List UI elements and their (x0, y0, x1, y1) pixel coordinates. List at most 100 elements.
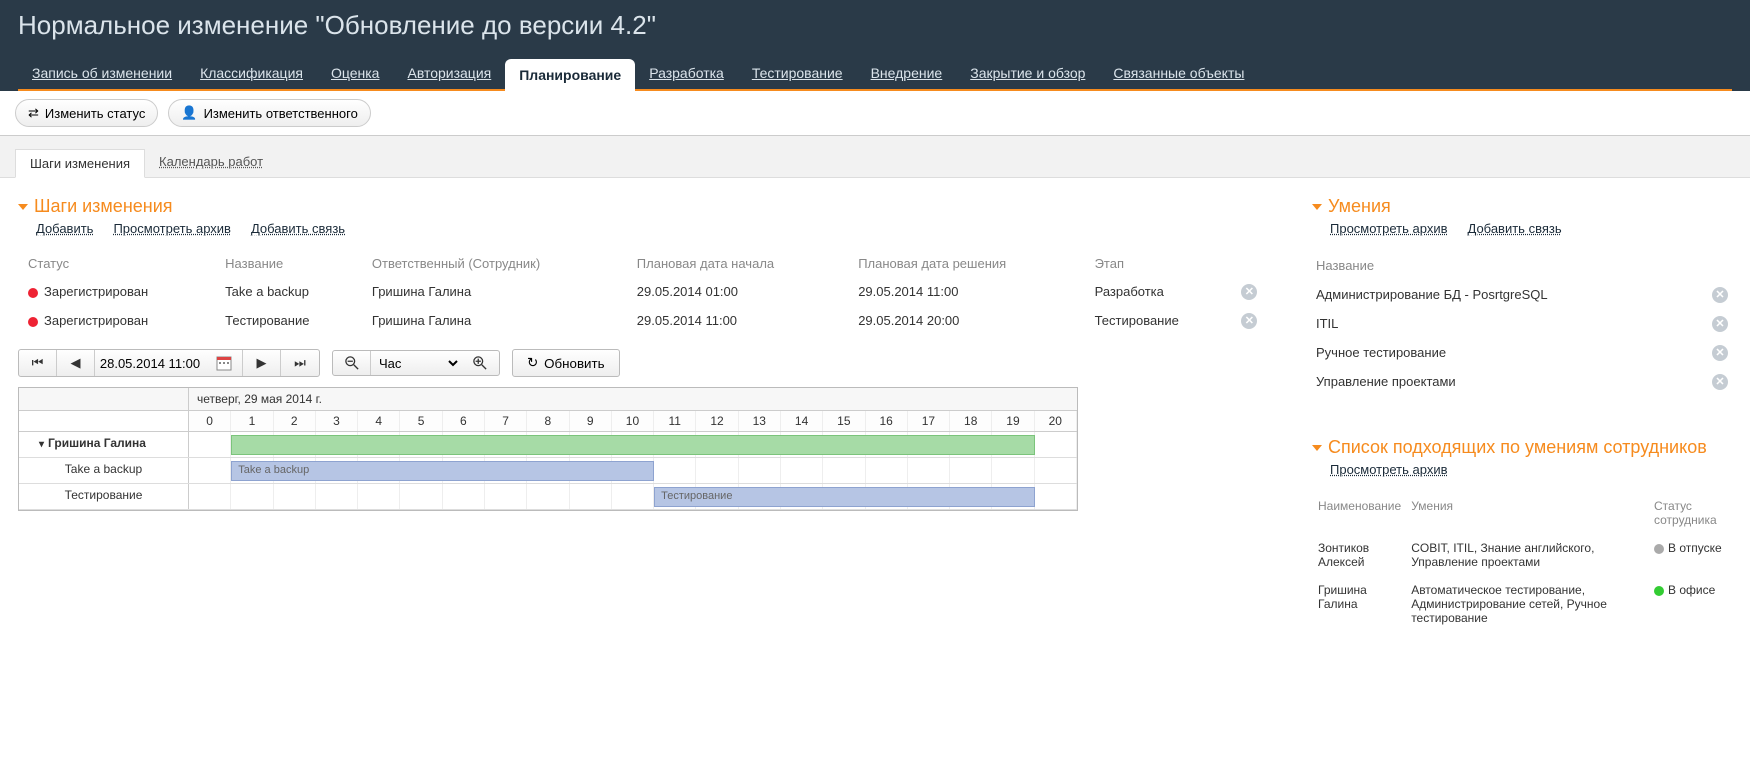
skills-section-title: Умения (1312, 196, 1732, 217)
status-circle-icon (1654, 586, 1664, 596)
calendar-icon (216, 355, 232, 371)
change-status-button[interactable]: ⇄ Изменить статус (15, 99, 158, 127)
gantt-row-label: Тестирование (19, 484, 189, 509)
toolbar: ⇄ Изменить статус 👤 Изменить ответственн… (0, 91, 1750, 136)
zoom-out-icon (345, 356, 359, 370)
tab-Разработка[interactable]: Разработка (635, 57, 738, 89)
subtab-Шаги изменения[interactable]: Шаги изменения (15, 149, 145, 178)
caret-down-icon (1312, 204, 1322, 210)
col-end: Плановая дата решения (848, 250, 1084, 277)
tab-Закрытие и обзор[interactable]: Закрытие и обзор (956, 57, 1099, 89)
skills-addrel-link[interactable]: Добавить связь (1468, 221, 1562, 236)
delete-icon[interactable]: ✕ (1712, 316, 1728, 332)
sub-tabs: Шаги измененияКалендарь работ (0, 136, 1750, 178)
skills-section-links: Просмотреть архив Добавить связь (1330, 221, 1732, 236)
status-circle-icon (1654, 544, 1664, 554)
first-button[interactable]: ⏮ (19, 350, 57, 376)
list-item[interactable]: Управление проектами✕ (1314, 368, 1730, 395)
add-relation-link[interactable]: Добавить связь (251, 221, 345, 236)
gantt-row-label: Take a backup (19, 458, 189, 483)
hour-cell: 12 (696, 411, 738, 431)
list-item[interactable]: ITIL✕ (1314, 310, 1730, 337)
hour-cell: 14 (781, 411, 823, 431)
tab-Авторизация[interactable]: Авторизация (393, 57, 505, 89)
gantt-day-label: четверг, 29 мая 2014 г. (189, 388, 1077, 410)
hour-cell: 6 (443, 411, 485, 431)
skills-table: Название Администрирование БД - Posrtgre… (1312, 250, 1732, 397)
hour-cell: 4 (358, 411, 400, 431)
zoom-in-button[interactable] (461, 351, 499, 375)
zoom-unit-select[interactable]: Час (371, 351, 461, 375)
calendar-button[interactable] (205, 350, 243, 376)
left-column: Шаги изменения Добавить Просмотреть архи… (18, 196, 1282, 633)
hour-cell: 20 (1035, 411, 1077, 431)
delete-icon[interactable]: ✕ (1712, 374, 1728, 390)
tab-Планирование[interactable]: Планирование (505, 59, 635, 91)
gantt-row: Гришина Галина (19, 432, 1077, 458)
hour-cell: 3 (316, 411, 358, 431)
change-status-label: Изменить статус (45, 106, 145, 121)
table-row[interactable]: Зонтиков АлексейCOBIT, ITIL, Знание англ… (1314, 535, 1730, 575)
change-owner-button[interactable]: 👤 Изменить ответственного (168, 99, 370, 127)
col-emp-status: Статус сотрудника (1650, 493, 1730, 533)
hour-cell: 13 (739, 411, 781, 431)
hour-cell: 11 (654, 411, 696, 431)
delete-icon[interactable]: ✕ (1241, 284, 1257, 300)
table-row[interactable]: Гришина ГалинаАвтоматическое тестировани… (1314, 577, 1730, 631)
hour-cell: 2 (274, 411, 316, 431)
last-button[interactable]: ⏭ (281, 350, 319, 376)
delete-icon[interactable]: ✕ (1712, 287, 1728, 303)
add-step-link[interactable]: Добавить (36, 221, 93, 236)
gantt-row-label: Гришина Галина (19, 432, 189, 457)
gantt-bar[interactable] (231, 435, 1034, 455)
hour-cell: 5 (400, 411, 442, 431)
gantt-toolbar: ⏮ ◀ ▶ ⏭ Час ↻ Обновить (18, 349, 1282, 377)
next-button[interactable]: ▶ (243, 350, 281, 376)
col-emp-skills: Умения (1407, 493, 1648, 533)
prev-button[interactable]: ◀ (57, 350, 95, 376)
refresh-button[interactable]: ↻ Обновить (512, 349, 620, 377)
hour-cell: 9 (570, 411, 612, 431)
change-owner-label: Изменить ответственного (204, 106, 358, 121)
header: Нормальное изменение "Обновление до верс… (0, 0, 1750, 91)
tab-Связанные объекты[interactable]: Связанные объекты (1099, 57, 1258, 89)
status-dot-icon (28, 288, 38, 298)
emp-section-title: Список подходящих по умениям сотрудников (1312, 437, 1732, 458)
hour-cell: 8 (527, 411, 569, 431)
table-row[interactable]: Зарегистрирован Take a backupГришина Гал… (18, 277, 1282, 306)
zoom-out-button[interactable] (333, 351, 371, 375)
date-nav-group: ⏮ ◀ ▶ ⏭ (18, 349, 320, 377)
delete-icon[interactable]: ✕ (1241, 313, 1257, 329)
tab-Запись об изменении[interactable]: Запись об изменении (18, 57, 186, 89)
emp-archive-link[interactable]: Просмотреть архив (1330, 462, 1448, 477)
gantt-bar[interactable]: Тестирование (654, 487, 1035, 507)
tab-Оценка[interactable]: Оценка (317, 57, 394, 89)
hour-cell: 19 (992, 411, 1034, 431)
steps-table: Статус Название Ответственный (Сотрудник… (18, 250, 1282, 335)
gantt-chart: четверг, 29 мая 2014 г. 0123456789101112… (18, 387, 1078, 511)
hour-cell: 16 (866, 411, 908, 431)
swap-icon: ⇄ (28, 105, 39, 121)
gantt-bar[interactable]: Take a backup (231, 461, 654, 481)
skills-archive-link[interactable]: Просмотреть архив (1330, 221, 1448, 236)
list-item[interactable]: Ручное тестирование✕ (1314, 339, 1730, 366)
status-dot-icon (28, 317, 38, 327)
tab-Классификация[interactable]: Классификация (186, 57, 317, 89)
col-status: Статус (18, 250, 215, 277)
col-name: Название (215, 250, 362, 277)
list-item[interactable]: Администрирование БД - PosrtgreSQL✕ (1314, 281, 1730, 308)
zoom-group: Час (332, 350, 500, 376)
tab-Тестирование[interactable]: Тестирование (738, 57, 857, 89)
refresh-icon: ↻ (527, 355, 538, 371)
col-resp: Ответственный (Сотрудник) (362, 250, 627, 277)
caret-down-icon (18, 204, 28, 210)
hour-cell: 0 (189, 411, 231, 431)
hour-cell: 18 (950, 411, 992, 431)
view-archive-link[interactable]: Просмотреть архив (113, 221, 231, 236)
subtab-Календарь работ[interactable]: Календарь работ (145, 148, 277, 177)
tab-Внедрение[interactable]: Внедрение (857, 57, 957, 89)
delete-icon[interactable]: ✕ (1712, 345, 1728, 361)
table-row[interactable]: Зарегистрирован ТестированиеГришина Гали… (18, 306, 1282, 335)
date-input[interactable] (95, 350, 205, 376)
gantt-row: Take a backup Take a backup (19, 458, 1077, 484)
